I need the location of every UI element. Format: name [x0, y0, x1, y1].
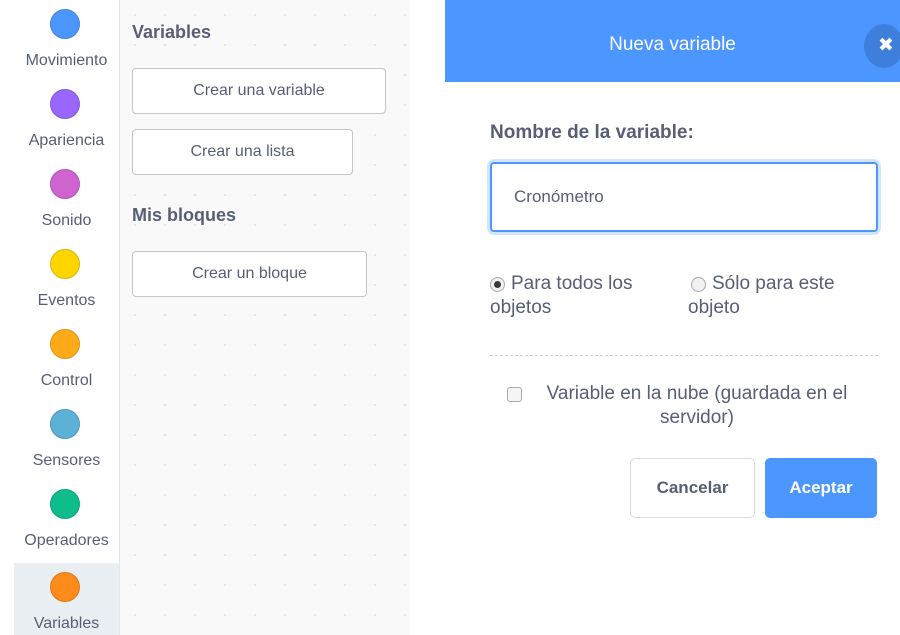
movimiento-color-dot: [50, 9, 80, 39]
cancel-button[interactable]: Cancelar: [630, 458, 755, 518]
category-label: Apariencia: [28, 132, 105, 149]
category-eventos[interactable]: Eventos: [14, 240, 119, 320]
create-variable-button[interactable]: Crear una variable: [132, 68, 386, 114]
modal-header: Nueva variable: [445, 0, 900, 82]
category-sonido[interactable]: Sonido: [14, 160, 119, 240]
divider: [490, 355, 878, 356]
control-color-dot: [50, 329, 80, 359]
create-list-button[interactable]: Crear una lista: [132, 129, 353, 175]
category-label: Sensores: [32, 452, 101, 469]
category-control[interactable]: Control: [14, 320, 119, 400]
category-apariencia[interactable]: Apariencia: [14, 80, 119, 160]
apariencia-color-dot: [50, 89, 80, 119]
category-label: Control: [40, 372, 93, 389]
cloud-variable-checkbox[interactable]: [507, 387, 522, 402]
category-sensores[interactable]: Sensores: [14, 400, 119, 480]
category-label: Operadores: [24, 532, 109, 549]
category-label: Sonido: [41, 212, 92, 229]
category-label: Variables: [33, 615, 100, 632]
category-movimiento[interactable]: Movimiento: [14, 0, 119, 80]
my-blocks-heading: Mis bloques: [132, 205, 237, 225]
close-button[interactable]: ✖: [864, 24, 900, 68]
create-block-button[interactable]: Crear un bloque: [132, 251, 367, 297]
close-icon: ✖: [878, 35, 894, 56]
block-palette: Variables Crear una variable Crear una l…: [120, 0, 410, 635]
category-label: Eventos: [37, 292, 96, 309]
operadores-color-dot: [50, 489, 80, 519]
modal-title: Nueva variable: [609, 34, 736, 55]
ok-button[interactable]: Aceptar: [765, 458, 877, 518]
category-label: Movimiento: [25, 52, 108, 69]
eventos-color-dot: [50, 249, 80, 279]
variables-color-dot: [50, 572, 80, 602]
sonido-color-dot: [50, 169, 80, 199]
this-sprite-label: Sólo para este objeto: [688, 273, 835, 318]
cloud-variable-label: Variable en la nube (guardada en el serv…: [546, 383, 848, 428]
category-variables[interactable]: Variables: [14, 563, 119, 635]
sensores-color-dot: [50, 409, 80, 439]
variable-name-label: Nombre de la variable:: [490, 122, 694, 143]
all-sprites-label: Para todos los objetos: [490, 273, 633, 318]
new-variable-modal: Nueva variable ✖ Nombre de la variable: …: [445, 0, 900, 635]
variable-name-input[interactable]: [490, 162, 878, 232]
category-sidebar: Movimiento Apariencia Sonido Eventos Con…: [14, 0, 120, 635]
variables-heading: Variables: [132, 22, 212, 42]
category-operadores[interactable]: Operadores: [14, 480, 119, 560]
